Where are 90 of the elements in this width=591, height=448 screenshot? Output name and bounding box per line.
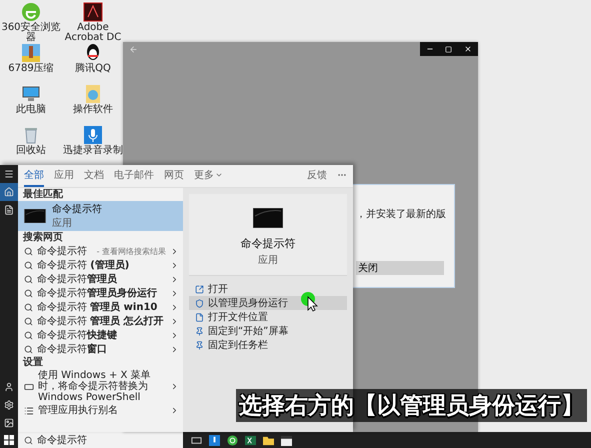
- person-icon: [4, 382, 14, 392]
- section-header: 搜索网页: [22, 231, 64, 244]
- cursor-icon: [301, 292, 319, 312]
- search-icon: [24, 246, 33, 256]
- best-match-item[interactable]: 命令提示符 应用: [18, 201, 183, 231]
- setting-text: 使用 Windows + X 菜单时，将命令提示符替换为 Windows PowerShell: [38, 370, 152, 403]
- app-type: 应用: [52, 216, 73, 230]
- app-name: 命令提示符: [52, 203, 102, 216]
- close-icon[interactable]: [464, 45, 472, 53]
- web-search-item[interactable]: 命令提示符窗口: [18, 342, 183, 356]
- action-item[interactable]: 以管理员身份运行: [189, 296, 347, 310]
- action-item[interactable]: 固定到任务栏: [189, 338, 347, 352]
- desktop-icon-label: 此电脑: [15, 105, 47, 115]
- terminal-icon: [253, 208, 283, 228]
- web-search-item[interactable]: 命令提示符 - 查看网络搜索结果: [18, 244, 183, 258]
- windows-icon: [4, 435, 14, 445]
- task-view-icon[interactable]: [191, 434, 202, 446]
- setting-text: 管理应用执行别名: [38, 405, 119, 416]
- desktop-icon-label: Adobe Acrobat DC: [64, 23, 122, 43]
- action-item[interactable]: 打开: [189, 282, 347, 296]
- web-search-item[interactable]: 命令提示符 (管理员): [18, 258, 183, 272]
- terminal-icon: [24, 209, 46, 223]
- chevron-icon: [170, 406, 179, 415]
- document-icon: [4, 205, 14, 215]
- search-icon: [24, 316, 33, 326]
- search-icon: [24, 288, 33, 298]
- desktop-icon-label: 回收站: [15, 146, 47, 156]
- desktop-icon-label: 迅捷录音录制: [62, 146, 124, 156]
- settings-item[interactable]: 使用 Windows + X 菜单时，将命令提示符替换为 Windows PowerShell: [18, 369, 183, 404]
- search-icon: [24, 302, 33, 312]
- app-icon[interactable]: [227, 434, 238, 446]
- section-header: 设置: [22, 356, 44, 369]
- microphone-icon[interactable]: [209, 434, 220, 446]
- search-icon: [24, 274, 33, 284]
- suggestion-text: 命令提示符窗口: [37, 342, 108, 356]
- menu-icon: [4, 169, 14, 179]
- document-app-icon[interactable]: [83, 2, 103, 22]
- action-item[interactable]: 打开文件位置: [189, 310, 347, 324]
- open-icon: [195, 284, 204, 294]
- filter-tab[interactable]: 文档: [84, 165, 104, 187]
- settings-item[interactable]: 管理应用执行别名: [18, 404, 183, 417]
- search-icon: [24, 344, 33, 354]
- suggestion-note: - 查看网络搜索结果: [96, 246, 166, 256]
- feedback-link[interactable]: 反馈: [307, 165, 327, 187]
- desktop-icon-label: 腾讯QQ: [74, 64, 112, 74]
- close-button[interactable]: 关闭: [356, 261, 444, 275]
- list-icon: [24, 406, 34, 416]
- web-search-item[interactable]: 命令提示符快捷键: [18, 328, 183, 342]
- suggestion-text: 命令提示符管理员身份运行: [37, 286, 158, 300]
- filter-tab[interactable]: 更多: [194, 165, 223, 187]
- settings-icon: [4, 400, 14, 410]
- video-caption: 选择右方的【以管理员身份运行】: [236, 389, 587, 422]
- clapperboard-icon[interactable]: [281, 434, 292, 446]
- file-icon: [195, 312, 204, 322]
- section-header: 最佳匹配: [22, 188, 64, 201]
- desktop-icon-label: 360安全浏览器: [0, 23, 62, 43]
- spreadsheet-icon[interactable]: [245, 434, 256, 446]
- pin-icon: [195, 340, 204, 350]
- details-subtitle: 应用: [258, 254, 278, 267]
- shield-icon: [195, 298, 204, 308]
- search-icon: [24, 260, 33, 270]
- chevron-icon: [170, 382, 179, 391]
- search-field[interactable]: 命令提示符: [18, 432, 183, 448]
- search-value: 命令提示符: [37, 434, 87, 447]
- filter-tab[interactable]: 网页: [164, 165, 184, 187]
- suggestion-text: 命令提示符 管理员 怎么打开: [37, 314, 165, 328]
- suggestion-text: 命令提示符 (管理员): [37, 258, 130, 272]
- computer-icon[interactable]: [21, 84, 41, 104]
- details-title: 命令提示符: [240, 236, 296, 251]
- folder-icon[interactable]: [263, 434, 274, 446]
- web-search-item[interactable]: 命令提示符管理员身份运行: [18, 286, 183, 300]
- desktop-icon-label: 操作软件: [72, 105, 114, 115]
- suggestion-text: 命令提示符管理员: [37, 272, 118, 286]
- picture-icon: [4, 418, 14, 428]
- maximize-icon[interactable]: [445, 46, 452, 52]
- web-search-item[interactable]: 命令提示符 管理员 怎么打开: [18, 314, 183, 328]
- suggestion-text: 命令提示符快捷键: [37, 328, 118, 342]
- search-icon: [24, 436, 33, 444]
- web-search-item[interactable]: 命令提示符管理员: [18, 272, 183, 286]
- search-icon: [24, 330, 33, 340]
- suggestion-text: 命令提示符 管理员 win10: [37, 300, 158, 314]
- filter-tab[interactable]: 电子邮件: [114, 165, 154, 187]
- suggestion-text: 命令提示符: [37, 245, 88, 258]
- web-search-item[interactable]: 命令提示符 管理员 win10: [18, 300, 183, 314]
- desktop-icon-label: 6789压缩: [7, 64, 55, 74]
- pin-icon: [195, 326, 204, 336]
- action-item[interactable]: 固定到“开始”屏幕: [189, 324, 347, 338]
- dialog-text: ，并安装了最新的版: [356, 208, 447, 221]
- filter-tab[interactable]: 应用: [54, 165, 74, 187]
- home-icon: [4, 187, 14, 197]
